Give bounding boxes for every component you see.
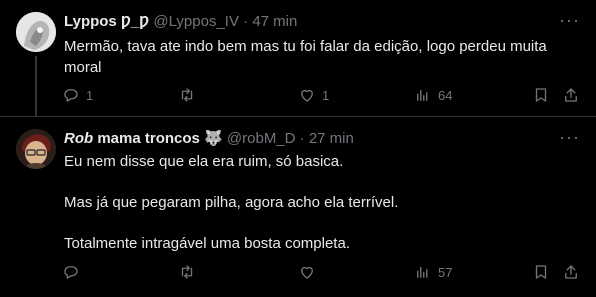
views-icon — [417, 266, 428, 278]
bookmark-icon — [535, 265, 547, 279]
tweet-text-line: Mermão, tava ate indo bem mas tu foi fal… — [64, 38, 547, 76]
reply-icon — [64, 89, 78, 102]
retweet-button[interactable] — [178, 86, 202, 104]
share-button[interactable] — [562, 86, 580, 104]
views-icon — [417, 89, 428, 101]
separator-dot: · — [299, 130, 305, 147]
thread-line — [35, 56, 37, 116]
author-name[interactable]: Rob mama troncos — [64, 130, 200, 147]
tweet-actions: 1 1 64 — [62, 86, 582, 106]
tweet-text: Eu nem disse que ela era ruim, só basica… — [64, 151, 576, 254]
tweet-header: Rob mama troncos 🐺 @robM_D · 27 min — [64, 129, 354, 149]
share-icon — [565, 265, 577, 279]
author-handle[interactable]: @robM_D — [227, 130, 296, 147]
bookmark-button[interactable] — [532, 263, 550, 281]
tweet-header: Lyppos Ƿ_Ƿ @Lyppos_IV · 47 min — [64, 12, 297, 32]
reply-button[interactable]: 1 — [62, 86, 93, 104]
like-button[interactable] — [298, 263, 322, 281]
like-icon — [301, 266, 313, 279]
author-handle[interactable]: @Lyppos_IV — [153, 13, 239, 30]
more-options-icon[interactable]: ··· — [559, 10, 580, 31]
timestamp[interactable]: 47 min — [252, 13, 297, 30]
avatar-image — [16, 129, 56, 169]
author-name-rest: mama troncos — [93, 130, 200, 147]
separator-dot: · — [243, 13, 249, 30]
tweet-text-line: Mas já que pegaram pilha, agora acho ela… — [64, 194, 399, 211]
avatar-image — [16, 12, 56, 52]
like-icon — [301, 89, 313, 102]
views-count: 64 — [438, 87, 453, 103]
views-count: 57 — [438, 264, 453, 280]
bookmark-button[interactable] — [532, 86, 550, 104]
wolf-badge-icon: 🐺 — [204, 130, 223, 147]
author-name[interactable]: Lyppos Ƿ_Ƿ — [64, 13, 149, 30]
retweet-icon — [181, 88, 193, 102]
like-count: 1 — [322, 87, 330, 103]
avatar[interactable] — [16, 129, 56, 169]
tweet-actions: 57 — [62, 263, 582, 283]
retweet-button[interactable] — [178, 263, 202, 281]
reply-icon — [64, 266, 78, 279]
avatar[interactable] — [16, 12, 56, 52]
views-button[interactable]: 64 — [414, 86, 452, 104]
like-button[interactable]: 1 — [298, 86, 329, 104]
tweet-text: Mermão, tava ate indo bem mas tu foi fal… — [64, 36, 576, 78]
more-options-icon[interactable]: ··· — [559, 127, 580, 148]
author-name-italic: Rob — [64, 130, 94, 147]
tweet-text-line: Eu nem disse que ela era ruim, só basica… — [64, 153, 344, 170]
tweet[interactable]: Lyppos Ƿ_Ƿ @Lyppos_IV · 47 min ··· Mermã… — [0, 0, 596, 116]
tweet-text-line: Totalmente intragável uma bosta completa… — [64, 235, 350, 252]
tweet[interactable]: Rob mama troncos 🐺 @robM_D · 27 min ··· … — [0, 116, 596, 297]
bookmark-icon — [535, 88, 547, 102]
share-icon — [565, 88, 577, 102]
reply-button[interactable] — [62, 263, 86, 281]
reply-count: 1 — [86, 87, 94, 103]
retweet-icon — [181, 265, 193, 279]
timestamp[interactable]: 27 min — [309, 130, 354, 147]
views-button[interactable]: 57 — [414, 263, 452, 281]
share-button[interactable] — [562, 263, 580, 281]
